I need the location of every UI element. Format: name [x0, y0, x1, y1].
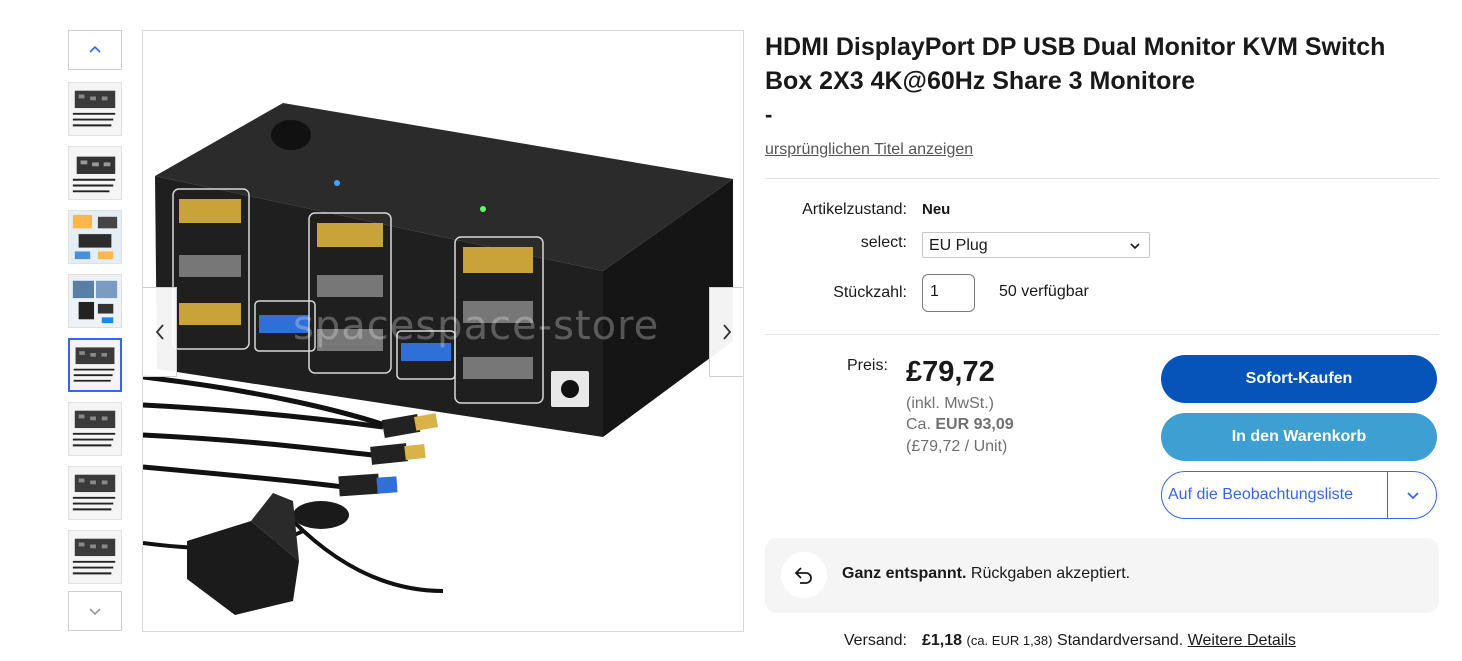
thumbnail-scroll-up-button[interactable]	[68, 30, 122, 70]
kvm-switch-image	[143, 31, 743, 631]
approx-value: EUR 93,09	[935, 416, 1014, 433]
shipping-price: £1,18	[922, 632, 963, 649]
thumbnail-6[interactable]	[68, 402, 122, 456]
thumbnail-2[interactable]	[68, 146, 122, 200]
shipping-value: £1,18 (ca. EUR 1,38) Standardversand. We…	[922, 632, 1296, 650]
next-image-button[interactable]	[709, 287, 743, 377]
chevron-up-icon	[89, 45, 101, 53]
returns-bold: Ganz entspannt.	[842, 565, 967, 582]
thumbnail-4[interactable]	[68, 274, 122, 328]
condition-label: Artikelzustand:	[802, 201, 907, 218]
buy-now-button[interactable]: Sofort-Kaufen	[1161, 355, 1437, 403]
thumbnail-5-selected[interactable]	[68, 338, 122, 392]
return-arrow-icon	[794, 567, 812, 584]
returns-icon-wrapper	[781, 552, 827, 598]
quantity-input[interactable]: 1	[922, 274, 975, 312]
divider	[765, 334, 1439, 335]
variant-select-value: EU Plug	[929, 237, 988, 254]
price-value: £79,72	[906, 356, 995, 388]
variant-select[interactable]: EU Plug	[922, 232, 1150, 258]
main-product-image[interactable]: spacespace-store	[142, 30, 744, 632]
chevron-down-icon	[1130, 243, 1140, 250]
price-label: Preis:	[847, 357, 888, 374]
thumbnail-1[interactable]	[68, 82, 122, 136]
approx-price: Ca. EUR 93,09	[906, 416, 1014, 434]
condition-value: Neu	[922, 201, 951, 218]
variant-select-label: select:	[860, 234, 907, 251]
thumbnail-scroll-down-button[interactable]	[68, 591, 122, 631]
chevron-down-icon	[89, 608, 101, 616]
divider	[765, 178, 1439, 179]
add-to-watchlist-button[interactable]: Auf die Beobachtungsliste	[1161, 471, 1437, 519]
thumbnail-strip	[68, 30, 124, 631]
item-info-panel: HDMI DisplayPort DP USB Dual Monitor KVM…	[765, 30, 1439, 649]
returns-banner: Ganz entspannt. Rückgaben akzeptiert.	[765, 538, 1439, 613]
add-to-cart-button[interactable]: In den Warenkorb	[1161, 413, 1437, 461]
unit-price: (£79,72 / Unit)	[906, 438, 1008, 455]
button-separator	[1387, 472, 1388, 518]
chevron-right-icon	[722, 324, 731, 340]
vat-note: (inkl. MwSt.)	[906, 395, 994, 412]
returns-text: Ganz entspannt. Rückgaben akzeptiert.	[842, 565, 1130, 583]
chevron-down-icon[interactable]	[1406, 488, 1420, 502]
chevron-left-icon	[155, 324, 164, 340]
shipping-method: Standardversand.	[1056, 632, 1184, 649]
previous-image-button[interactable]	[143, 287, 177, 377]
product-title: HDMI DisplayPort DP USB Dual Monitor KVM…	[765, 33, 1386, 95]
quantity-label: Stückzahl:	[833, 284, 907, 301]
show-original-title-link[interactable]: ursprünglichen Titel anzeigen	[765, 141, 973, 159]
returns-detail: Rückgaben akzeptiert.	[966, 565, 1131, 582]
shipping-approx: (ca. EUR 1,38)	[966, 633, 1053, 648]
shipping-label: Versand:	[843, 632, 907, 649]
product-subtitle: -	[765, 102, 773, 127]
thumbnail-3[interactable]	[68, 210, 122, 264]
approx-prefix: Ca.	[906, 416, 931, 433]
thumbnail-8[interactable]	[68, 530, 122, 584]
thumbnail-7[interactable]	[68, 466, 122, 520]
watchlist-label: Auf die Beobachtungsliste	[1168, 486, 1354, 503]
shipping-details-link[interactable]: Weitere Details	[1188, 632, 1296, 649]
available-quantity: 50 verfügbar	[999, 283, 1089, 300]
